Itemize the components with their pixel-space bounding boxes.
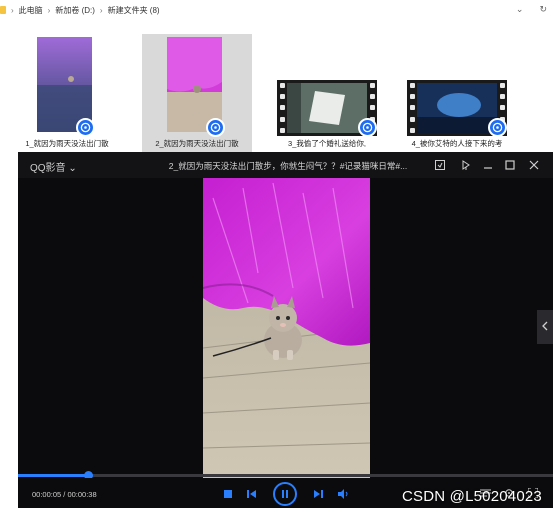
pin-icon[interactable] — [458, 157, 474, 173]
screenshot-icon[interactable] — [432, 157, 448, 173]
playback-time: 00:00:05 / 00:00:38 — [32, 490, 97, 499]
file-item-2[interactable]: 2_就因为雨天没法出门散 — [142, 34, 252, 154]
qq-player-icon — [358, 118, 377, 137]
previous-button[interactable] — [247, 489, 257, 499]
file-item-4[interactable]: 4_被你艾特的人接下来的考 — [402, 34, 512, 154]
chevron-right-icon: › — [99, 5, 103, 15]
stop-button[interactable] — [224, 490, 232, 498]
folder-icon — [0, 6, 6, 14]
qq-player-icon — [206, 118, 225, 137]
breadcrumb-drive-d[interactable]: 新加卷 (D:) — [55, 5, 95, 16]
refresh-icon[interactable]: ↻ — [539, 4, 547, 15]
breadcrumb-this-pc[interactable]: 此电脑 — [19, 5, 43, 16]
qq-player-icon — [76, 118, 95, 137]
breadcrumb-folder[interactable]: 新建文件夹 (8) — [108, 5, 160, 16]
file-name: 1_就因为雨天没法出门散 — [25, 139, 109, 148]
qq-player-icon — [488, 118, 507, 137]
file-item-1[interactable]: 1_就因为雨天没法出门散 — [12, 34, 122, 154]
address-bar[interactable]: › 此电脑 › 新加卷 (D:) › 新建文件夹 (8) ⌄ ↻ — [0, 0, 553, 20]
video-frame[interactable] — [203, 178, 370, 478]
seek-progress — [18, 474, 88, 477]
file-name: 3_我偷了个婚礼送给你, — [288, 139, 366, 148]
close-icon[interactable] — [526, 157, 542, 173]
player-menu-button[interactable]: QQ影音 ⌄ — [30, 159, 77, 174]
chevron-left-icon — [541, 318, 549, 336]
chevron-down-icon: ⌄ — [68, 163, 77, 174]
file-item-3[interactable]: 3_我偷了个婚礼送给你, — [272, 34, 382, 154]
file-name: 2_就因为雨天没法出门散 — [155, 139, 239, 148]
watermark-text: CSDN @L50204023 — [402, 488, 542, 505]
chevron-right-icon: › — [47, 5, 51, 15]
next-button[interactable] — [313, 489, 323, 499]
file-name: 4_被你艾特的人接下来的考 — [411, 139, 503, 148]
volume-icon[interactable] — [338, 489, 349, 499]
video-title: 2_就因为雨天没法出门散步，你就生闷气？？#记录猫咪日常#... — [168, 161, 408, 171]
chevron-right-icon: › — [11, 5, 14, 15]
pause-button[interactable] — [273, 482, 297, 506]
seek-bar[interactable] — [18, 471, 553, 480]
player-title-bar[interactable]: QQ影音 ⌄ 2_就因为雨天没法出门散步，你就生闷气？？#记录猫咪日常#... — [18, 152, 553, 178]
maximize-icon[interactable] — [502, 157, 518, 173]
minimize-icon[interactable] — [480, 157, 496, 173]
sidebar-toggle-button[interactable] — [537, 310, 553, 344]
video-player-window[interactable]: QQ影音 ⌄ 2_就因为雨天没法出门散步，你就生闷气？？#记录猫咪日常#... — [18, 152, 553, 508]
chevron-down-icon[interactable]: ⌄ — [516, 4, 524, 15]
